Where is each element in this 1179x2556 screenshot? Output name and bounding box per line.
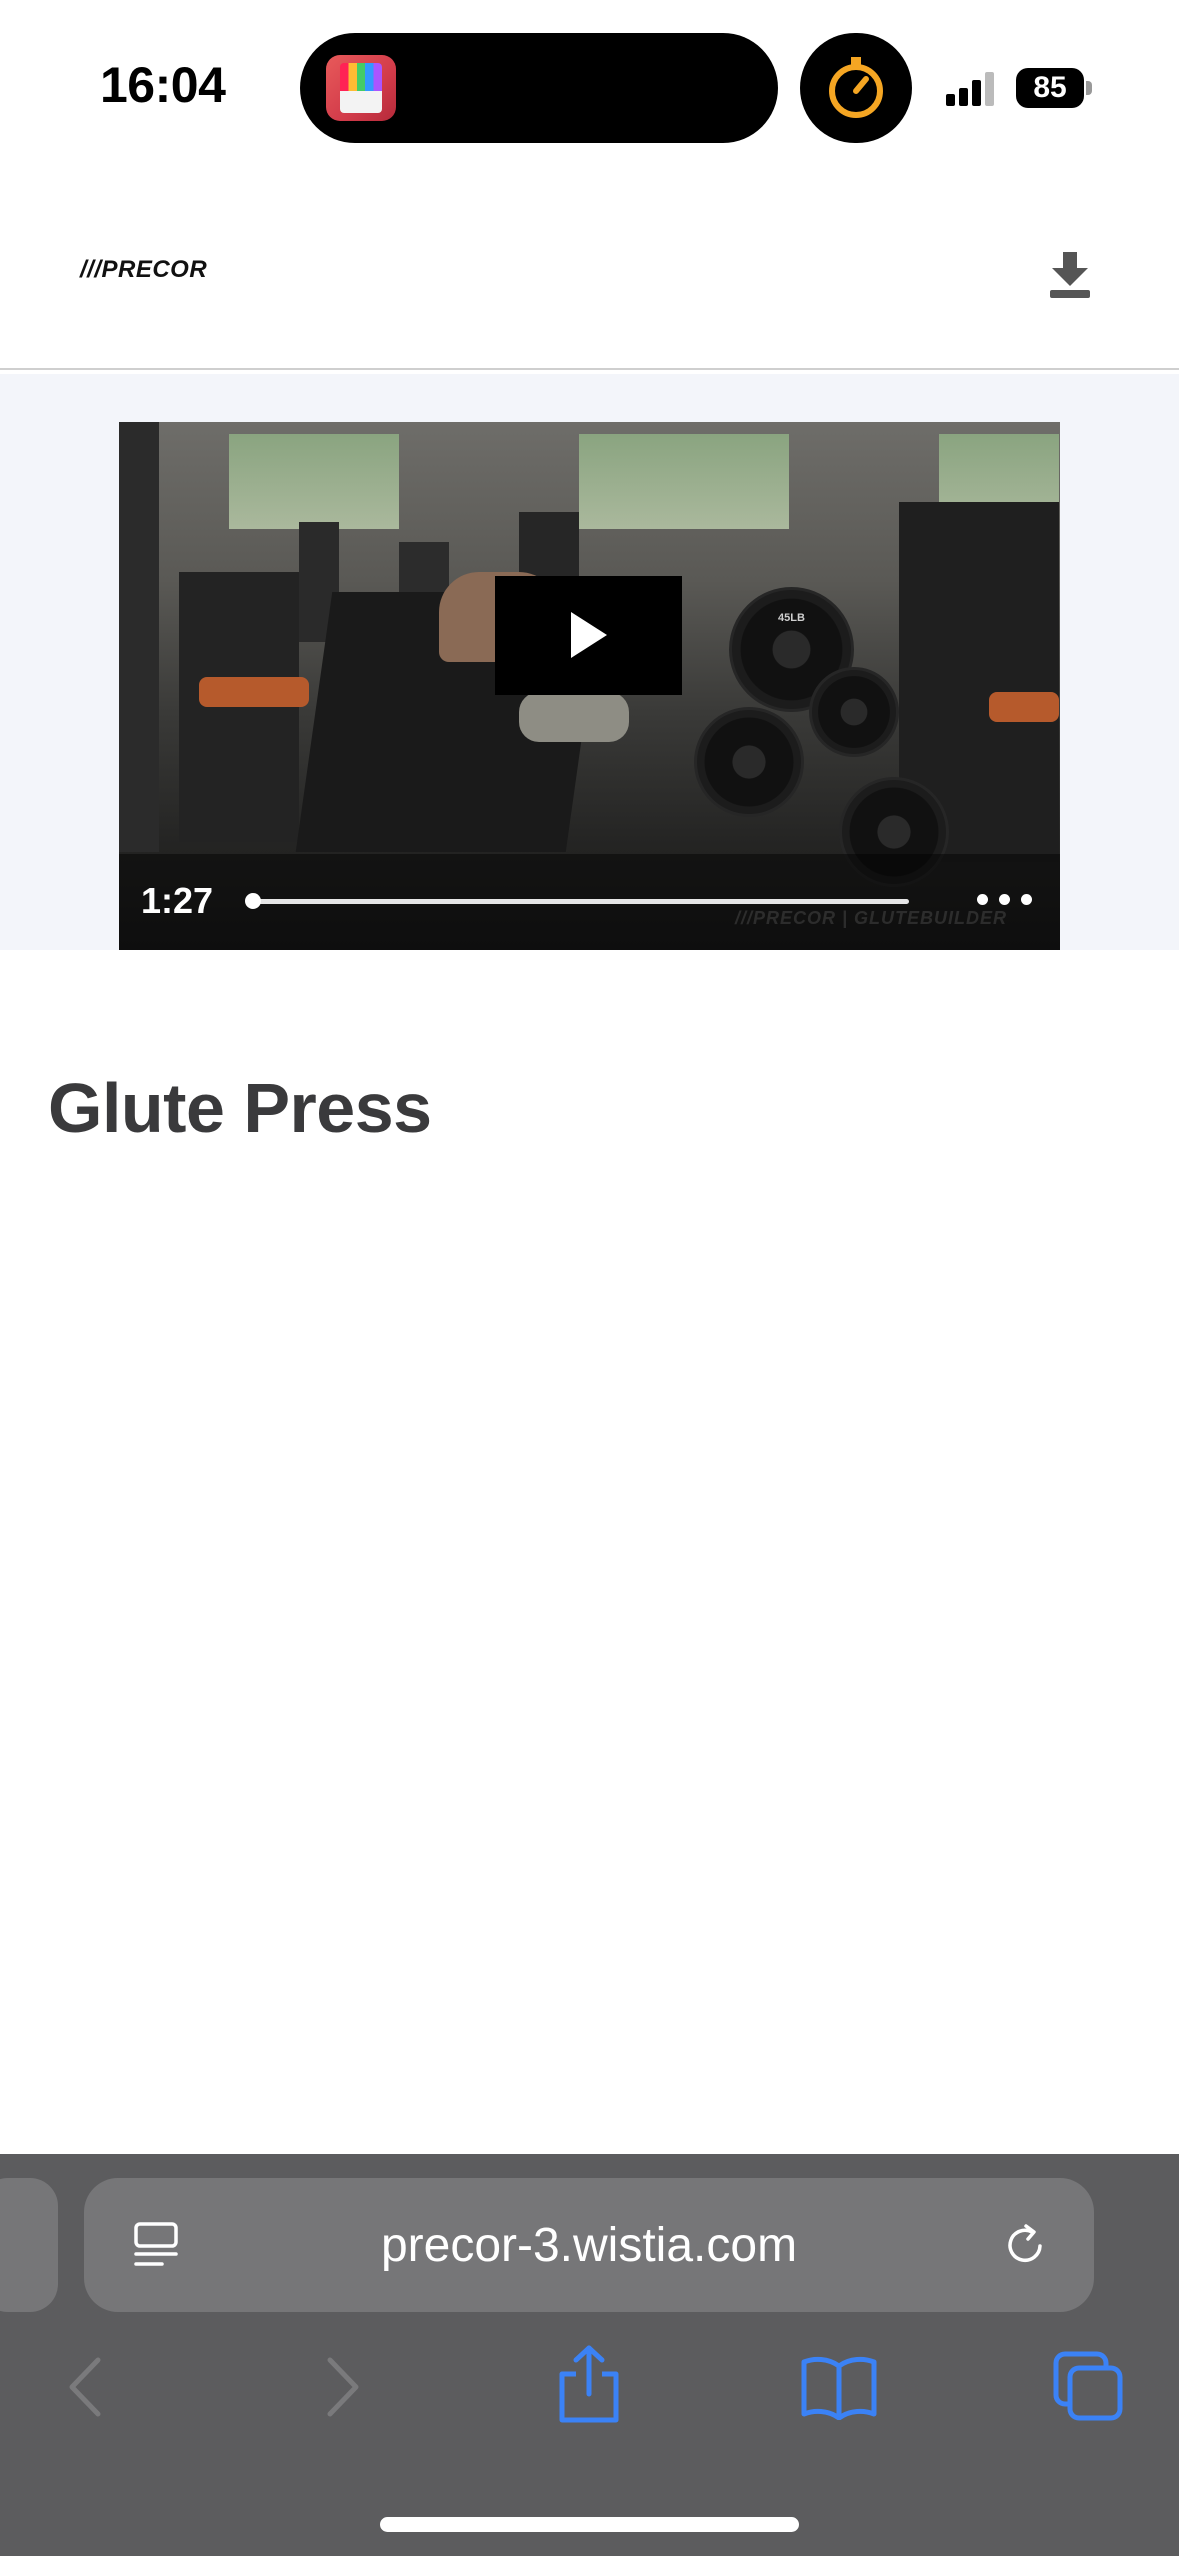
previous-tab-preview[interactable] [0,2178,58,2312]
timer-icon[interactable] [800,33,912,143]
play-button[interactable] [495,576,682,695]
browser-toolbar: precor-3.wistia.com [0,2154,1179,2556]
share-icon[interactable] [556,2344,622,2424]
download-button[interactable] [1046,250,1094,300]
precor-logo[interactable]: ///PRECOR [80,256,207,284]
status-bar: 16:04 85 [0,0,1179,170]
address-url[interactable]: precor-3.wistia.com [84,2218,1094,2273]
video-section: 45LB 1:27 ///PRECOR | GLUTEBUILDER [0,374,1179,950]
download-icon [1050,252,1090,298]
page-title: Glute Press [48,1069,432,1147]
battery-icon: 85 [1016,68,1092,108]
progress-bar[interactable] [245,893,909,909]
more-options-button[interactable] [977,884,1037,914]
cellular-signal-icon [946,70,1006,106]
forward-icon[interactable] [322,2352,362,2422]
home-indicator[interactable] [380,2517,799,2532]
back-icon[interactable] [66,2352,106,2422]
reload-icon[interactable] [1002,2220,1050,2270]
video-watermark: ///PRECOR | GLUTEBUILDER [735,908,1008,928]
video-player[interactable]: 45LB 1:27 ///PRECOR | GLUTEBUILDER [119,422,1060,950]
live-activity-app-icon [326,55,396,121]
address-bar[interactable]: precor-3.wistia.com [84,2178,1094,2312]
battery-level: 85 [1016,68,1084,108]
video-duration: 1:27 [141,880,214,921]
status-time: 16:04 [100,57,226,113]
tabs-icon[interactable] [1052,2350,1124,2422]
site-header: ///PRECOR [0,170,1179,370]
play-icon [571,612,607,658]
dynamic-island[interactable] [300,33,778,143]
video-controls: 1:27 ///PRECOR | GLUTEBUILDER [119,854,1060,950]
plate-label: 45LB [778,612,805,624]
bookmarks-icon[interactable] [800,2354,878,2420]
progress-knob[interactable] [245,893,261,909]
